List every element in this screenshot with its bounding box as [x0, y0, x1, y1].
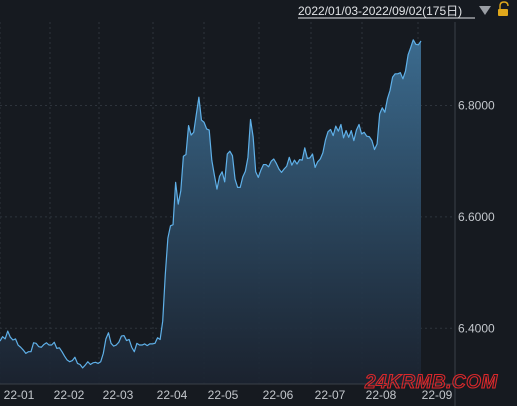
range-selector[interactable]: 2022/01/03-2022/09/02(175日) [298, 4, 475, 19]
y-tick-label: 6.8000 [458, 99, 495, 113]
y-tick-label: 6.4000 [458, 321, 495, 335]
chart-panel: 6.4000 6.6000 6.8000 22-01 22-02 22-03 22-04 2… [0, 0, 517, 406]
triangle-down-icon[interactable] [479, 6, 491, 15]
price-chart: 6.4000 6.6000 6.8000 22-01 22-02 22-03 22-04 2… [0, 1, 509, 406]
x-tick-label: 22-04 [157, 388, 188, 402]
y-tick-labels: 6.4000 6.6000 6.8000 [458, 99, 495, 336]
x-tick-label: 22-05 [208, 388, 239, 402]
y-tick-label: 6.6000 [458, 210, 495, 224]
x-tick-label: 22-07 [315, 388, 346, 402]
x-tick-label: 22-06 [263, 388, 294, 402]
date-range-label[interactable]: 2022/01/03-2022/09/02(175日) [298, 4, 462, 18]
unlock-icon[interactable] [498, 1, 509, 16]
area-fill [0, 39, 421, 384]
watermark: 24KRMB.COM [364, 372, 498, 393]
x-tick-label: 22-02 [54, 388, 85, 402]
x-tick-label: 22-03 [103, 388, 134, 402]
x-tick-label: 22-01 [4, 388, 35, 402]
